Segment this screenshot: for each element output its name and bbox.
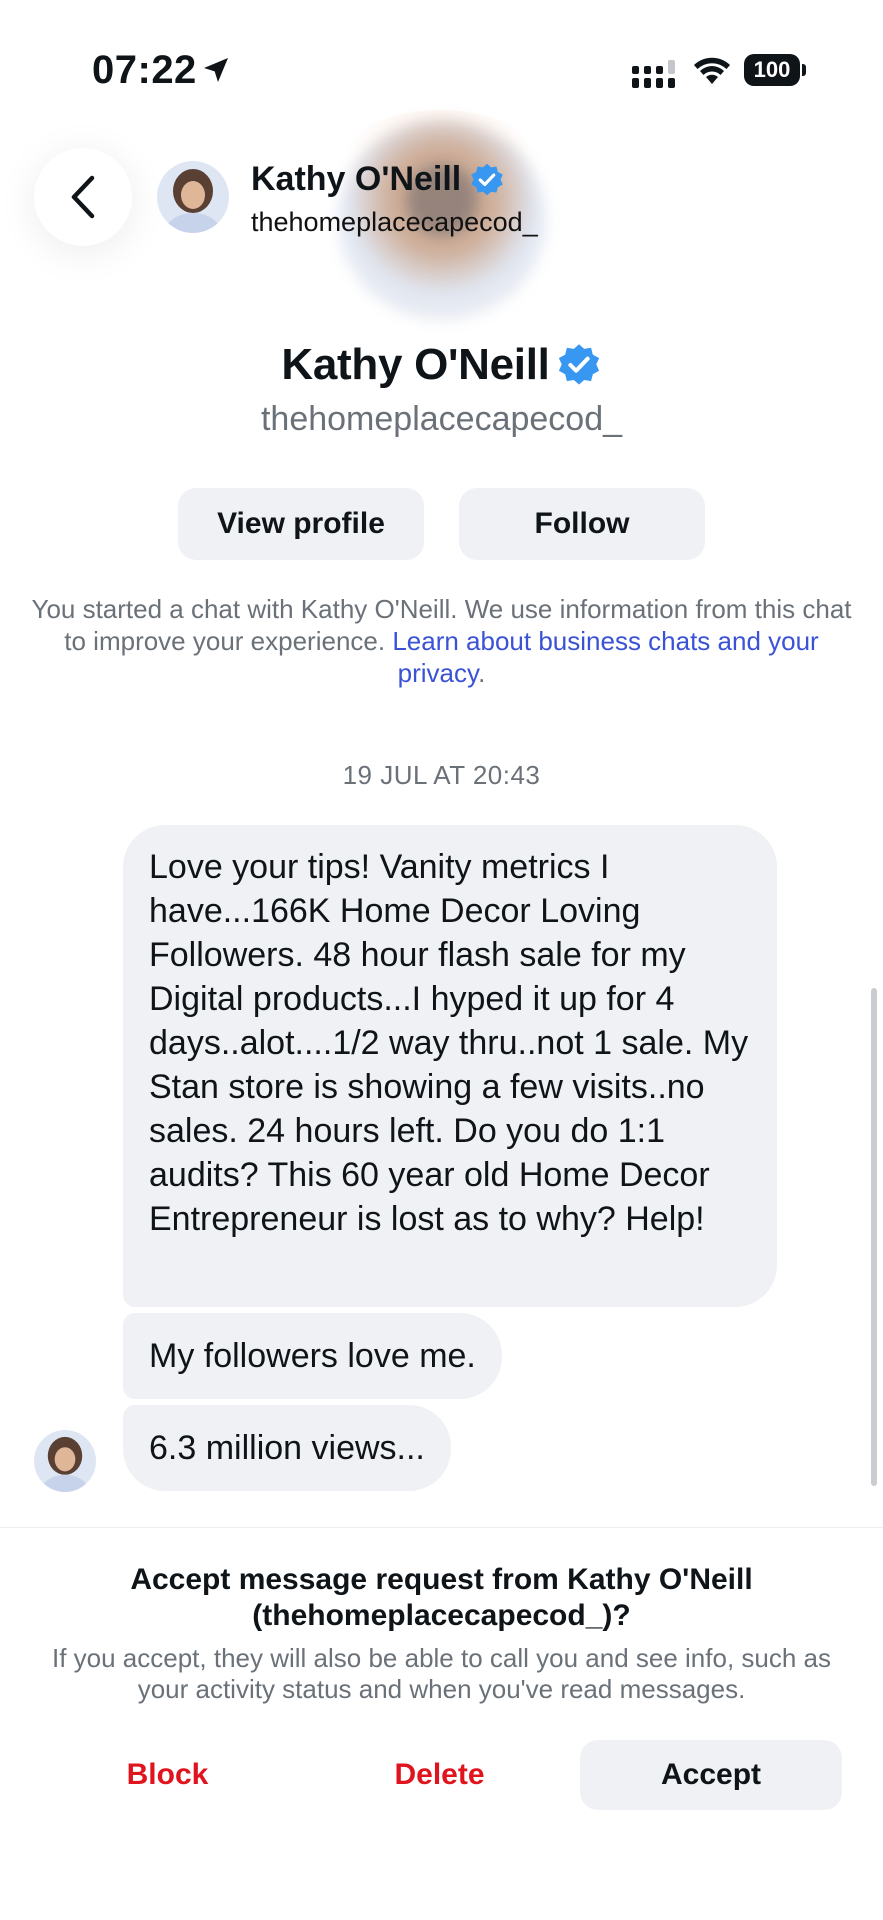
view-profile-button[interactable]: View profile — [178, 488, 424, 560]
status-time: 07:22 — [92, 48, 197, 92]
battery-level: 100 — [753, 57, 791, 82]
business-chat-disclosure: You started a chat with Kathy O'Neill. W… — [24, 593, 859, 689]
message-timestamp: 19 JUL AT 20:43 — [342, 760, 541, 790]
scrollbar[interactable] — [871, 988, 877, 1486]
privacy-link[interactable]: Learn about business chats and your priv… — [392, 626, 818, 688]
header-handle[interactable]: thehomeplacecapecod_ — [251, 207, 538, 238]
profile-handle: thehomeplacecapecod_ — [260, 400, 623, 438]
divider — [0, 1527, 883, 1528]
back-button[interactable] — [34, 148, 132, 246]
block-button[interactable]: Block — [80, 1740, 255, 1810]
battery-icon: 100 — [744, 54, 806, 86]
profile-name: Kathy O'Neill — [281, 340, 550, 389]
verified-badge-icon — [558, 344, 599, 385]
message-bubble[interactable]: My followers love me. — [123, 1313, 502, 1399]
sender-avatar[interactable] — [34, 1430, 96, 1492]
header-avatar[interactable] — [157, 161, 229, 233]
follow-button[interactable]: Follow — [459, 488, 705, 560]
request-description: If you accept, they will also be able to… — [51, 1643, 831, 1704]
location-arrow-icon — [204, 58, 228, 82]
accept-button[interactable]: Accept — [580, 1740, 842, 1810]
profile-name-row: Kathy O'Neill — [0, 340, 883, 390]
message-bubble[interactable]: 6.3 million views... — [123, 1405, 451, 1491]
delete-button[interactable]: Delete — [352, 1740, 527, 1810]
message-bubble[interactable]: Love your tips! Vanity metrics I have...… — [123, 825, 777, 1307]
chat-screen: 07:22 100 Kathy O'Neill thehomeplacecape… — [0, 0, 883, 1920]
chevron-left-icon — [71, 175, 95, 219]
request-title: Accept message request from Kathy O'Neil… — [130, 1563, 753, 1632]
wifi-icon — [694, 57, 730, 84]
header-name-row[interactable]: Kathy O'Neill — [251, 160, 505, 199]
header-name: Kathy O'Neill — [251, 160, 462, 198]
disclosure-trailing: . — [478, 658, 486, 688]
verified-badge-icon — [471, 163, 503, 195]
cellular-signal-icon — [632, 60, 675, 88]
